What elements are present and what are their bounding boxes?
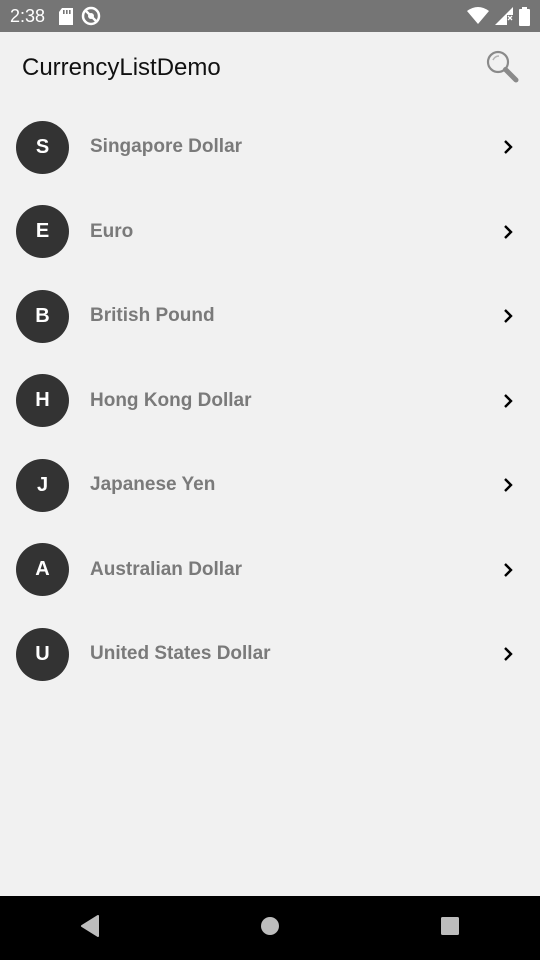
list-item[interactable]: H Hong Kong Dollar <box>0 359 540 444</box>
chevron-right-icon <box>498 475 518 495</box>
currency-list: S Singapore Dollar E Euro B British Poun… <box>0 105 540 697</box>
search-icon <box>485 49 519 88</box>
avatar: E <box>16 205 69 259</box>
avatar: B <box>16 289 69 343</box>
status-bar: 2:38 <box>0 0 540 32</box>
chevron-right-icon <box>498 222 518 242</box>
currency-name: Euro <box>90 220 134 242</box>
recents-icon <box>440 916 460 941</box>
home-button[interactable] <box>240 904 300 952</box>
status-left-icons <box>59 6 101 26</box>
list-item[interactable]: U United States Dollar <box>0 612 540 697</box>
signal-icon <box>495 7 513 25</box>
avatar: A <box>16 543 69 597</box>
avatar: J <box>16 458 69 512</box>
list-item[interactable]: S Singapore Dollar <box>0 105 540 190</box>
list-item[interactable]: J Japanese Yen <box>0 443 540 528</box>
sd-card-icon <box>59 7 74 25</box>
status-right-icons <box>467 6 530 26</box>
app-bar: CurrencyListDemo <box>0 32 540 104</box>
list-item[interactable]: B British Pound <box>0 274 540 359</box>
currency-name: British Pound <box>90 305 215 327</box>
chevron-right-icon <box>498 137 518 157</box>
navigation-bar <box>0 896 540 960</box>
currency-name: United States Dollar <box>90 643 271 665</box>
list-item[interactable]: A Australian Dollar <box>0 528 540 613</box>
back-button[interactable] <box>60 904 120 952</box>
recents-button[interactable] <box>420 904 480 952</box>
home-icon <box>260 916 280 941</box>
chevron-right-icon <box>498 306 518 326</box>
search-button[interactable] <box>482 48 522 88</box>
list-item[interactable]: E Euro <box>0 190 540 275</box>
currency-name: Australian Dollar <box>90 558 243 580</box>
no-disturb-icon <box>81 6 101 26</box>
chevron-right-icon <box>498 391 518 411</box>
status-time: 2:38 <box>10 5 46 26</box>
currency-name: Japanese Yen <box>90 474 216 496</box>
chevron-right-icon <box>498 560 518 580</box>
avatar: U <box>16 627 69 681</box>
currency-name: Hong Kong Dollar <box>90 389 252 411</box>
currency-name: Singapore Dollar <box>90 136 243 158</box>
wifi-icon <box>467 7 489 25</box>
chevron-right-icon <box>498 644 518 664</box>
avatar: S <box>16 120 69 174</box>
avatar: H <box>16 374 69 428</box>
back-icon <box>80 914 100 942</box>
battery-icon <box>519 6 530 26</box>
app-title: CurrencyListDemo <box>22 54 221 81</box>
